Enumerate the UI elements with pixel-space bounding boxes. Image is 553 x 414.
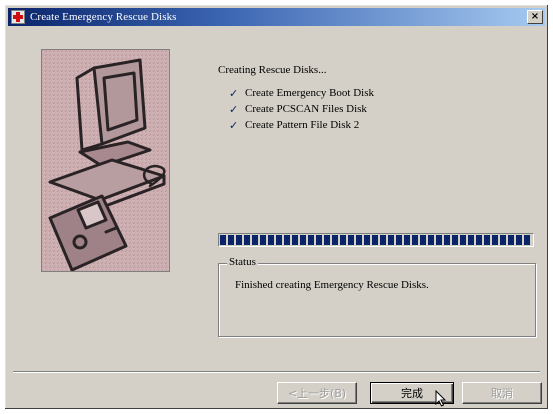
step-item-boot-disk: ✓ Create Emergency Boot Disk [229, 85, 374, 101]
step-label: Create Pattern File Disk 2 [245, 119, 360, 131]
computer-illustration [41, 49, 170, 272]
window-title: Create Emergency Rescue Disks [30, 11, 177, 23]
status-legend: Status [227, 256, 258, 268]
mouse-pointer-icon [435, 390, 447, 407]
step-item-pcscan-disk: ✓ Create PCSCAN Files Disk [229, 101, 374, 117]
title-bar[interactable]: Create Emergency Rescue Disks × [8, 8, 545, 26]
status-message: Finished creating Emergency Rescue Disks… [235, 279, 429, 291]
progress-bar [218, 233, 534, 247]
checkmark-icon: ✓ [229, 102, 239, 116]
checkmark-icon: ✓ [229, 118, 239, 132]
step-label: Create Emergency Boot Disk [245, 87, 375, 99]
step-list: ✓ Create Emergency Boot Disk ✓ Create PC… [229, 85, 374, 133]
rescue-disk-dialog: Create Emergency Rescue Disks × Creating… [4, 4, 549, 410]
back-button[interactable]: <上一步(B) [277, 382, 357, 404]
step-label: Create PCSCAN Files Disk [245, 103, 367, 115]
close-button[interactable]: × [527, 10, 543, 24]
cancel-button[interactable]: 取消 [462, 382, 542, 404]
checkmark-icon: ✓ [229, 86, 239, 100]
first-aid-icon [11, 10, 25, 24]
status-groupbox: Status Finished creating Emergency Rescu… [218, 256, 536, 337]
progress-fill [220, 235, 532, 245]
button-separator [13, 371, 540, 373]
step-item-pattern-disk: ✓ Create Pattern File Disk 2 [229, 117, 374, 133]
progress-heading: Creating Rescue Disks... [218, 64, 327, 76]
